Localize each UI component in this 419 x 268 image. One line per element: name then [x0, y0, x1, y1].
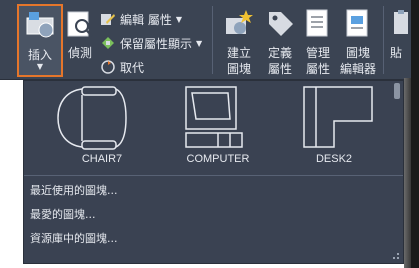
ribbon-separator [212, 6, 213, 74]
create-block-button[interactable]: 建立 圖塊 [220, 8, 258, 78]
create-block-icon [226, 10, 253, 34]
manage-attributes-button[interactable]: 管理 屬性 [299, 8, 337, 78]
block-tile-chair7[interactable]: CHAIR7 [42, 81, 162, 171]
app-window: 插入 ▼ 偵測 編輯 屬性 ▼ 保留屬性顯示 ▼ 取代 建立 圖塊 定義 屬性 … [0, 0, 419, 268]
computer-block-icon [185, 86, 243, 148]
ribbon-panel: 插入 ▼ 偵測 編輯 屬性 ▼ 保留屬性顯示 ▼ 取代 建立 圖塊 定義 屬性 … [0, 0, 415, 80]
insert-block-icon [26, 12, 54, 38]
chevron-down-icon: ▼ [196, 38, 203, 48]
detect-label: 偵測 [67, 46, 92, 60]
chevron-down-icon: ▼ [36, 62, 44, 71]
gallery-divider [24, 175, 403, 176]
paste-button[interactable]: 貼 [388, 8, 412, 78]
insert-label: 插入 [27, 48, 52, 62]
menu-recent-blocks[interactable]: 最近使用的圖塊... [30, 181, 118, 201]
resize-grip-icon[interactable] [392, 252, 400, 260]
edit-attributes-icon [101, 14, 115, 25]
ribbon-separator [383, 6, 384, 74]
paste-icon [394, 10, 408, 34]
replace-icon [101, 60, 115, 74]
block-tiles: CHAIR7 COMPUTER DESK2 [24, 81, 394, 171]
block-gallery-dropdown: CHAIR7 COMPUTER DESK2 最近使用的圖塊... 最愛的圖塊..… [23, 80, 404, 264]
retain-attribute-display-button[interactable]: 保留屬性顯示 ▼ [100, 34, 202, 52]
detect-icon [67, 11, 93, 37]
window-edge [411, 0, 419, 268]
manage-attributes-icon [306, 9, 328, 37]
retain-display-icon [102, 37, 114, 49]
insert-button[interactable]: 插入 ▼ [17, 4, 63, 77]
replace-button[interactable]: 取代 [100, 58, 144, 76]
edit-attributes-button[interactable]: 編輯 屬性 ▼ [100, 10, 182, 28]
chevron-down-icon: ▼ [175, 14, 182, 24]
gallery-scrollbar[interactable] [394, 83, 400, 99]
block-tile-desk2[interactable]: DESK2 [274, 81, 394, 171]
menu-library-blocks[interactable]: 資源庫中的圖塊... [30, 229, 118, 249]
block-tile-computer[interactable]: COMPUTER [158, 81, 278, 171]
block-editor-icon [346, 9, 368, 37]
block-editor-button[interactable]: 圖塊 編輯器 [337, 8, 379, 78]
chair-block-icon [57, 86, 127, 150]
define-attribute-button[interactable]: 定義 屬性 [261, 8, 299, 78]
desk-block-icon [303, 86, 373, 148]
detect-button[interactable]: 偵測 [62, 8, 98, 68]
menu-favorite-blocks[interactable]: 最愛的圖塊... [30, 205, 96, 225]
tag-icon [269, 12, 293, 36]
